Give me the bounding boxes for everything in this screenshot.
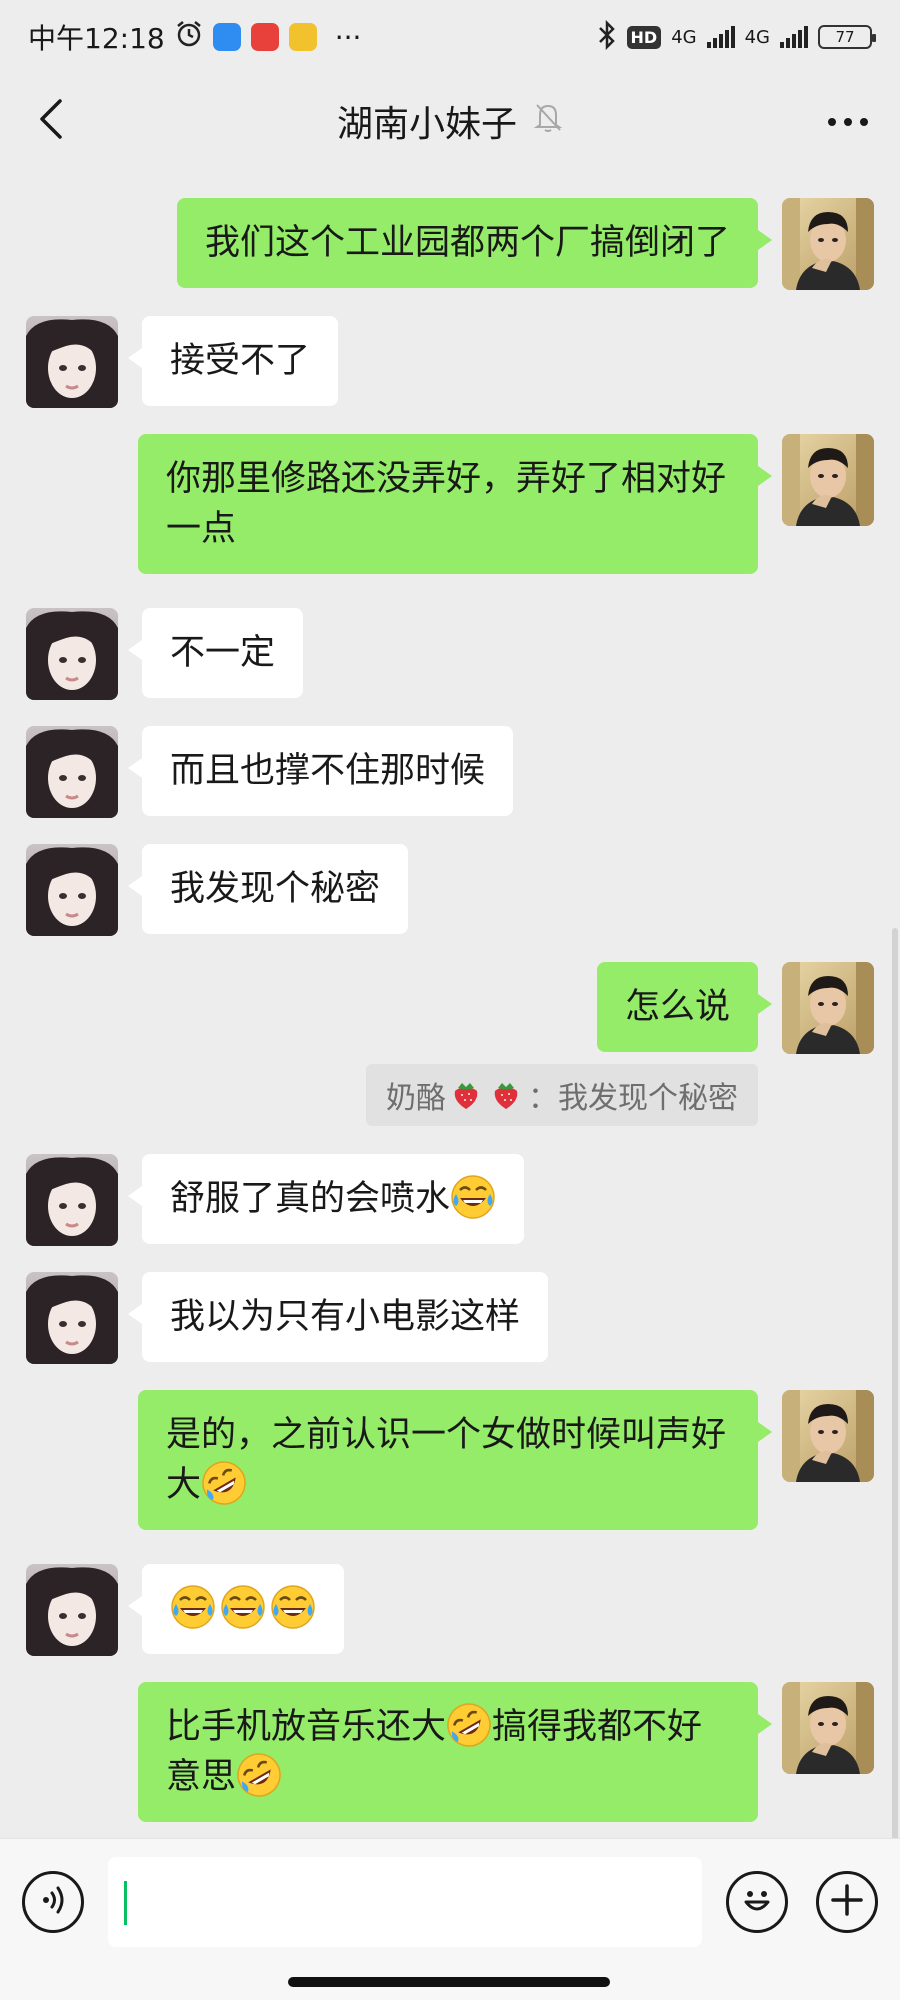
contact-avatar[interactable] — [26, 1564, 118, 1656]
contact-avatar[interactable] — [26, 1272, 118, 1364]
battery-indicator: 77 — [818, 25, 876, 49]
signal-icon — [780, 26, 808, 48]
more-options-button[interactable] — [820, 96, 876, 146]
message-text: 怎么说 — [624, 987, 730, 1027]
home-indicator[interactable] — [288, 1977, 610, 1987]
message-bubble[interactable]: 我们这个工业园都两个厂搞倒闭了 — [176, 198, 773, 288]
message-row: 我们这个工业园都两个厂搞倒闭了 — [176, 198, 874, 290]
strawberry-emoji — [490, 1079, 522, 1111]
status-time: 中午12:18 — [28, 22, 165, 55]
message-bubble[interactable]: 怎么说 — [596, 962, 773, 1052]
my-avatar[interactable] — [782, 198, 874, 290]
rofl-emoji — [236, 1752, 282, 1798]
quote-text: 我发现个秘密 — [558, 1081, 738, 1116]
message-bubble[interactable]: 我发现个秘密 — [127, 844, 409, 934]
message-row: 我以为只有小电影这样 — [26, 1272, 549, 1364]
message-text: 不一定 — [170, 633, 276, 673]
chat-area[interactable]: 我们这个工业园都两个厂搞倒闭了 接受不了 你那里修路还没弄好，弄好了相对好一点 … — [0, 168, 900, 1838]
my-avatar[interactable] — [782, 1682, 874, 1774]
rofl-emoji — [446, 1702, 492, 1748]
message-row: 怎么说 — [596, 962, 874, 1054]
text-caret — [124, 1881, 127, 1925]
status-more: ··· — [334, 20, 362, 54]
contact-avatar[interactable] — [26, 844, 118, 936]
status-right: HD 4G 4G 77 — [597, 19, 876, 55]
quoted-reply[interactable]: 奶酪 ： 我发现个秘密 — [366, 1064, 758, 1126]
message-text: 比手机放音乐还大 — [166, 1707, 447, 1747]
voice-icon — [36, 1883, 70, 1921]
rofl-emoji — [201, 1460, 247, 1506]
network-label-2: 4G — [744, 26, 770, 48]
message-input[interactable] — [108, 1857, 702, 1947]
more-functions-button[interactable] — [816, 1871, 878, 1933]
message-text: 你那里修路还没弄好，弄好了相对好一点 — [166, 459, 727, 549]
my-avatar[interactable] — [782, 962, 874, 1054]
voice-button[interactable] — [22, 1871, 84, 1933]
chat-scrollbar[interactable] — [892, 928, 898, 1838]
message-bubble[interactable]: 我以为只有小电影这样 — [127, 1272, 549, 1362]
message-bubble[interactable]: 接受不了 — [127, 316, 339, 406]
app-yellow-icon — [288, 23, 317, 51]
network-label-1: 4G — [671, 26, 697, 48]
battery-level: 77 — [835, 28, 855, 46]
bluetooth-icon — [597, 19, 617, 55]
plus-icon — [829, 1882, 865, 1922]
back-button[interactable] — [26, 96, 76, 146]
message-text: 是的，之前认识一个女做时候叫声好大 — [166, 1415, 727, 1505]
contact-avatar[interactable] — [26, 1154, 118, 1246]
message-bubble[interactable]: 比手机放音乐还大 搞得我都不好意思 — [138, 1682, 772, 1822]
message-text: 接受不了 — [170, 341, 311, 381]
message-bubble[interactable] — [128, 1564, 344, 1654]
message-row: 比手机放音乐还大 搞得我都不好意思 — [138, 1682, 874, 1822]
app-red-icon — [250, 23, 279, 51]
message-row: 不一定 — [26, 608, 304, 700]
message-bubble[interactable]: 而且也撑不住那时候 — [127, 726, 514, 816]
contact-avatar[interactable] — [26, 726, 118, 818]
message-text: 而且也撑不住那时候 — [170, 751, 486, 791]
emoji-face-icon — [737, 1880, 777, 1924]
my-avatar[interactable] — [782, 434, 874, 526]
message-bubble[interactable]: 你那里修路还没弄好，弄好了相对好一点 — [138, 434, 772, 574]
laugh-cry-emoji — [170, 1584, 216, 1630]
my-avatar[interactable] — [782, 1390, 874, 1482]
message-row: 接受不了 — [26, 316, 339, 408]
chat-title: 湖南小妹子 — [337, 95, 563, 147]
message-text: 我发现个秘密 — [170, 869, 381, 909]
hd-badge: HD — [626, 25, 662, 49]
message-text: 舒服了真的会喷水 — [170, 1179, 451, 1219]
signal-icon — [706, 26, 735, 48]
quote-sender: 奶酪 — [386, 1081, 446, 1116]
input-bar — [0, 1838, 900, 2000]
message-row: 我发现个秘密 — [26, 844, 409, 936]
more-dots-icon — [827, 112, 869, 131]
mute-bell-icon — [533, 101, 563, 142]
message-row — [26, 1564, 344, 1656]
message-text: 我以为只有小电影这样 — [170, 1297, 521, 1337]
laugh-cry-emoji — [220, 1584, 266, 1630]
message-row: 是的，之前认识一个女做时候叫声好大 — [138, 1390, 874, 1530]
message-bubble[interactable]: 是的，之前认识一个女做时候叫声好大 — [138, 1390, 772, 1530]
status-left: 中午12:18 ··· — [28, 17, 361, 57]
status-bar: 中午12:18 ··· HD 4G 4G 77 — [0, 0, 900, 74]
contact-avatar[interactable] — [26, 316, 118, 408]
message-row: 舒服了真的会喷水 — [26, 1154, 525, 1246]
contact-avatar[interactable] — [26, 608, 118, 700]
laugh-cry-emoji — [450, 1174, 496, 1220]
quote-separator: ： — [528, 1081, 558, 1116]
emoji-button[interactable] — [726, 1871, 788, 1933]
message-row: 而且也撑不住那时候 — [26, 726, 514, 818]
nav-bar: 湖南小妹子 — [0, 74, 900, 168]
chat-title-text: 湖南小妹子 — [336, 104, 517, 145]
alarm-icon — [175, 20, 203, 55]
back-chevron-icon — [36, 97, 66, 145]
message-row: 你那里修路还没弄好，弄好了相对好一点 — [138, 434, 874, 574]
laugh-cry-emoji — [270, 1584, 316, 1630]
message-bubble[interactable]: 舒服了真的会喷水 — [127, 1154, 525, 1244]
message-text: 我们这个工业园都两个厂搞倒闭了 — [204, 223, 730, 263]
app-blue-icon — [212, 23, 241, 51]
strawberry-emoji — [450, 1079, 482, 1111]
message-bubble[interactable]: 不一定 — [127, 608, 304, 698]
